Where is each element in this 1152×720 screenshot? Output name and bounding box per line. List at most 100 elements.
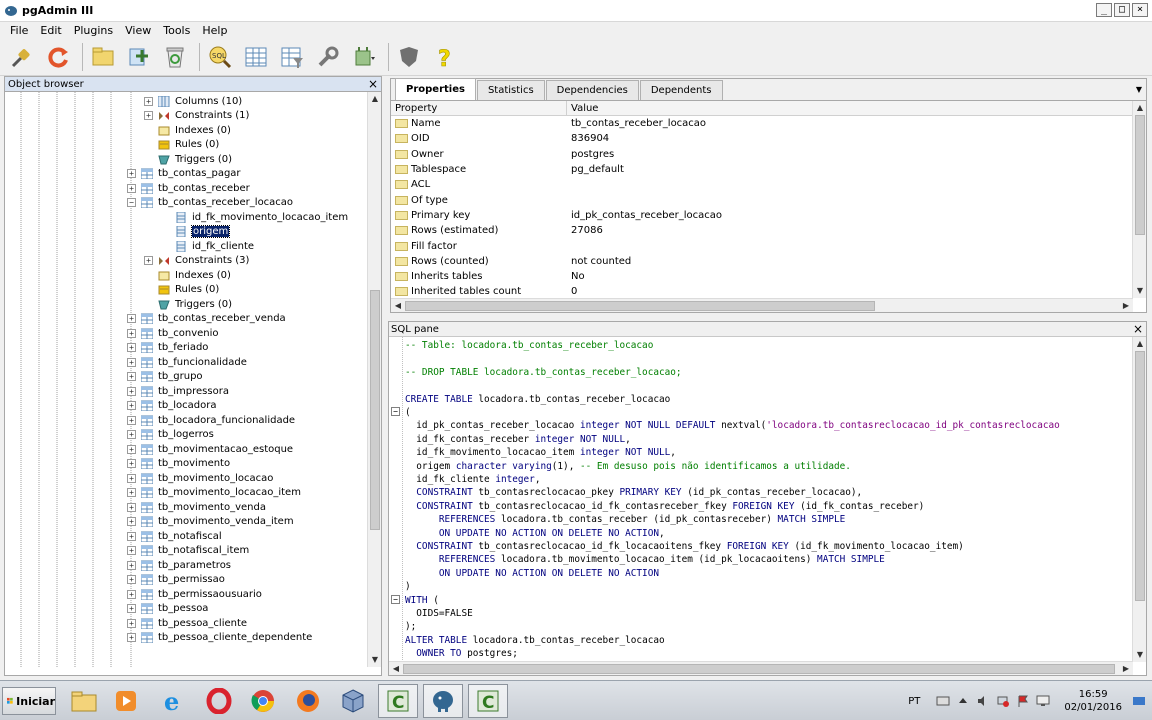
tree-item-table[interactable]: + tb_pessoa_cliente_dependente — [127, 631, 312, 646]
menu-help[interactable]: Help — [196, 24, 233, 37]
maximize-button[interactable]: □ — [1114, 3, 1130, 17]
volume-icon[interactable] — [976, 694, 990, 708]
camtasia-c-icon-2[interactable]: C — [468, 684, 508, 718]
property-row[interactable]: Name tb_contas_receber_locacao — [391, 116, 1133, 131]
properties-horizontal-scrollbar[interactable]: ◀ ▶ — [391, 298, 1133, 312]
chrome-icon[interactable] — [243, 684, 283, 718]
expand-icon[interactable]: + — [127, 546, 136, 556]
tree-item-table[interactable]: + tb_contas_pagar — [127, 167, 241, 182]
tree-item-table[interactable]: + tb_funcionalidade — [127, 355, 247, 370]
tree-item-table[interactable]: + tb_movimento — [127, 457, 230, 472]
expand-icon[interactable]: + — [127, 531, 136, 541]
tree-item-table[interactable]: − tb_contas_receber_locacao — [127, 196, 293, 211]
virtualbox-icon[interactable] — [333, 684, 373, 718]
scroll-up-icon[interactable]: ▲ — [368, 92, 382, 106]
expand-icon[interactable]: + — [127, 415, 136, 425]
property-row[interactable]: Primary key id_pk_contas_receber_locacao — [391, 208, 1133, 223]
expand-icon[interactable]: + — [127, 473, 136, 483]
property-row[interactable]: Tablespace pg_default — [391, 162, 1133, 177]
tree-item-table[interactable]: + tb_locadora — [127, 399, 217, 414]
expand-icon[interactable]: + — [127, 575, 136, 585]
tree-item[interactable]: id_fk_movimento_locacao_item — [161, 210, 348, 225]
tree-item-table[interactable]: + tb_movimento_locacao — [127, 471, 273, 486]
tab-menu-dropdown-icon[interactable]: ▼ — [1136, 85, 1142, 94]
drop-recycle-icon[interactable] — [159, 41, 191, 73]
expand-icon[interactable]: + — [127, 633, 136, 643]
connect-plug-icon[interactable] — [6, 41, 38, 73]
expand-icon[interactable]: + — [127, 488, 136, 498]
tab-properties[interactable]: Properties — [395, 78, 476, 100]
network-error-icon[interactable] — [996, 694, 1010, 708]
property-row[interactable]: ACL — [391, 177, 1133, 192]
expand-icon[interactable]: + — [127, 589, 136, 599]
collapse-icon[interactable]: − — [127, 198, 136, 208]
expand-icon[interactable]: + — [127, 459, 136, 469]
expand-icon[interactable]: + — [127, 560, 136, 570]
menu-tools[interactable]: Tools — [157, 24, 196, 37]
scroll-up-icon[interactable]: ▲ — [1133, 337, 1147, 351]
expand-icon[interactable]: + — [127, 502, 136, 512]
scroll-down-icon[interactable]: ▼ — [1133, 284, 1147, 298]
column-header-value[interactable]: Value — [567, 101, 1133, 115]
sql-vertical-scrollbar[interactable]: ▲ ▼ — [1132, 337, 1146, 662]
tree-item[interactable]: Rules (0) — [144, 283, 219, 298]
expand-icon[interactable]: + — [127, 444, 136, 454]
tree-item[interactable]: Triggers (0) — [144, 297, 232, 312]
expand-icon[interactable]: + — [127, 604, 136, 614]
menu-edit[interactable]: Edit — [34, 24, 67, 37]
help-question-icon[interactable]: ? — [429, 41, 461, 73]
tab-dependencies[interactable]: Dependencies — [545, 80, 639, 100]
sql-query-icon[interactable]: SQL — [204, 41, 236, 73]
show-hidden-icons-icon[interactable] — [956, 694, 970, 708]
start-button[interactable]: Iniciar — [2, 687, 56, 715]
tree-item-table[interactable]: + tb_impressora — [127, 384, 229, 399]
tree-item-table[interactable]: + tb_notafiscal — [127, 529, 222, 544]
close-icon[interactable]: × — [368, 77, 378, 91]
expand-icon[interactable]: + — [127, 401, 136, 411]
file-explorer-icon[interactable] — [64, 684, 104, 718]
tree-item[interactable]: id_fk_cliente — [161, 239, 254, 254]
column-header-property[interactable]: Property — [391, 101, 567, 115]
tree-item-table[interactable]: + tb_feriado — [127, 341, 208, 356]
expand-icon[interactable]: + — [144, 256, 153, 266]
property-row[interactable]: Inherits tables No — [391, 269, 1133, 284]
firefox-icon[interactable] — [288, 684, 328, 718]
property-row[interactable]: Owner postgres — [391, 147, 1133, 162]
tree-item-table[interactable]: + tb_grupo — [127, 370, 203, 385]
menu-view[interactable]: View — [119, 24, 157, 37]
scrollbar-thumb[interactable] — [405, 301, 875, 311]
scrollbar-thumb[interactable] — [370, 290, 380, 530]
scroll-right-icon[interactable]: ▶ — [1119, 662, 1133, 676]
expand-icon[interactable]: + — [127, 430, 136, 440]
show-desktop-icon[interactable] — [1132, 694, 1146, 708]
filtered-data-icon[interactable] — [276, 41, 308, 73]
maintenance-wrench-icon[interactable] — [312, 41, 344, 73]
opera-icon[interactable] — [199, 684, 239, 718]
internet-explorer-icon[interactable]: e — [154, 684, 194, 718]
tree-item-table[interactable]: + tb_notafiscal_item — [127, 544, 249, 559]
property-row[interactable]: OID 836904 — [391, 131, 1133, 146]
expand-icon[interactable]: + — [127, 314, 136, 324]
view-data-grid-icon[interactable] — [240, 41, 272, 73]
pgadmin-taskbar-icon[interactable] — [423, 684, 463, 718]
tree-item[interactable]: origem — [161, 225, 231, 240]
minimize-button[interactable]: _ — [1096, 3, 1112, 17]
expand-icon[interactable]: + — [127, 343, 136, 353]
scroll-right-icon[interactable]: ▶ — [1119, 299, 1133, 313]
close-icon[interactable]: × — [1133, 322, 1143, 336]
fold-collapse-icon[interactable]: − — [391, 407, 400, 416]
hint-shield-icon[interactable] — [393, 41, 425, 73]
tree-item-table[interactable]: + tb_contas_receber_venda — [127, 312, 286, 327]
language-indicator[interactable]: PT — [908, 696, 920, 707]
tab-dependents[interactable]: Dependents — [639, 80, 723, 100]
tree-item-table[interactable]: + tb_permissaousuario — [127, 587, 262, 602]
property-row[interactable]: Fill factor — [391, 238, 1133, 253]
menu-file[interactable]: File — [4, 24, 34, 37]
tree-item[interactable]: Indexes (0) — [144, 123, 231, 138]
tree-item-table[interactable]: + tb_pessoa — [127, 602, 208, 617]
tree-item-table[interactable]: + tb_pessoa_cliente — [127, 616, 247, 631]
scrollbar-thumb[interactable] — [1135, 351, 1145, 601]
tab-statistics[interactable]: Statistics — [476, 80, 545, 100]
object-browser-scrollbar[interactable]: ▲ ▼ — [367, 92, 381, 667]
tree-item[interactable]: + Constraints (1) — [144, 109, 249, 124]
